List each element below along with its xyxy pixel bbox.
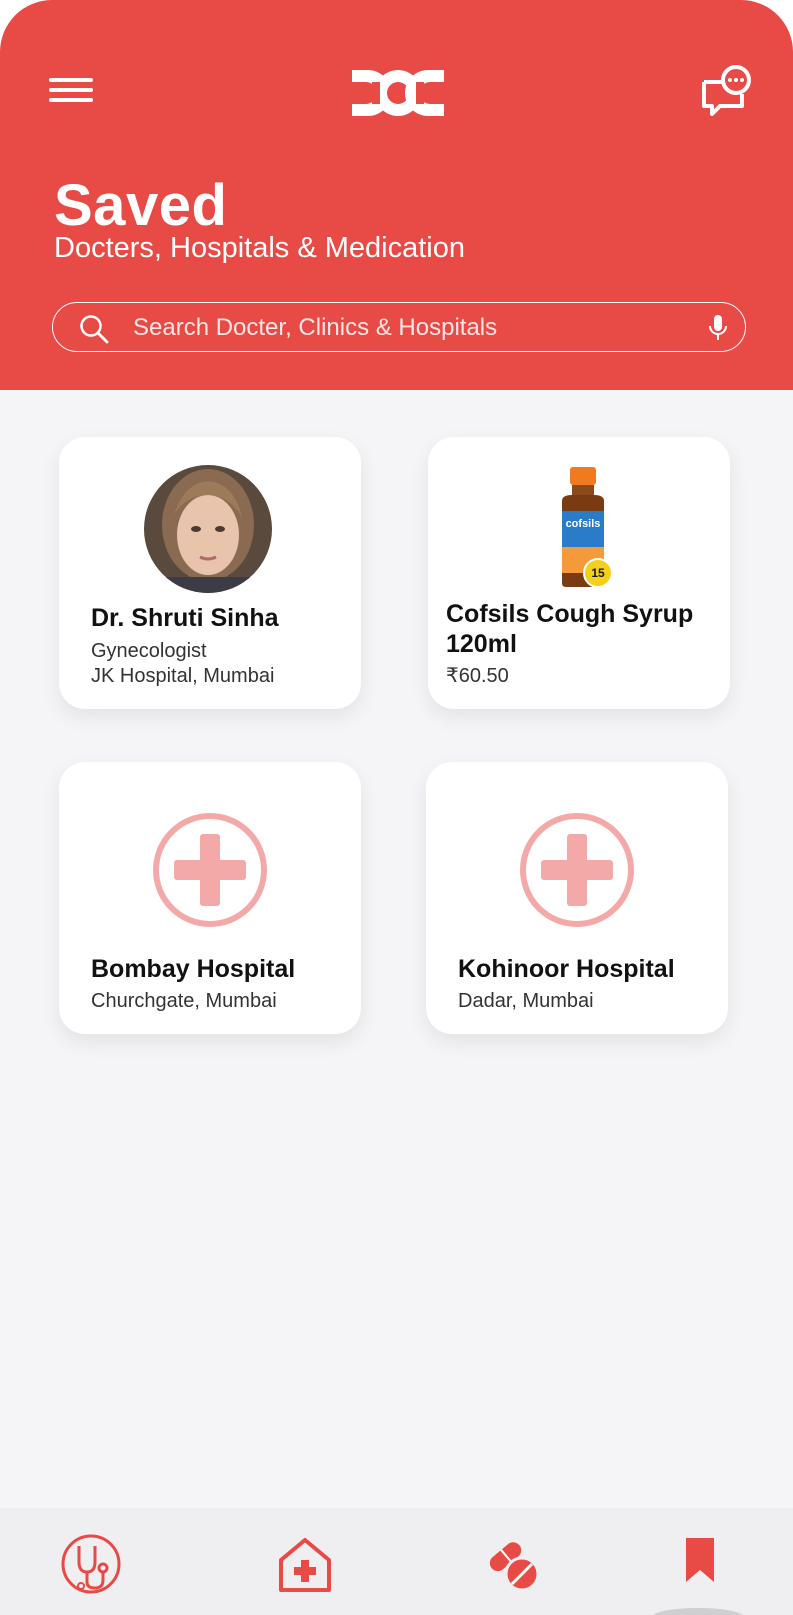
microphone-icon[interactable] xyxy=(707,314,729,342)
hospital-name: Bombay Hospital xyxy=(91,955,296,983)
saved-medication-card[interactable]: cofsils 15 Cofsils Cough Syrup 120ml ₹60… xyxy=(428,437,730,709)
doctor-avatar xyxy=(144,465,272,593)
chat-notification-icon[interactable] xyxy=(700,64,752,116)
svg-text:15: 15 xyxy=(591,566,605,580)
hospital-location: Churchgate, Mumbai xyxy=(91,990,277,1012)
hamburger-menu-icon[interactable] xyxy=(49,78,93,108)
hospital-location: Dadar, Mumbai xyxy=(458,990,594,1012)
bottom-nav xyxy=(0,1508,793,1615)
app-screen: Saved Docters, Hospitals & Medication Se… xyxy=(0,0,793,1615)
hospital-name: Kohinoor Hospital xyxy=(458,955,675,983)
hospital-house-icon[interactable] xyxy=(273,1532,337,1596)
doctor-specialty: Gynecologist xyxy=(91,640,207,662)
medication-price: ₹60.50 xyxy=(446,665,509,687)
saved-hospital-card[interactable]: Kohinoor Hospital Dadar, Mumbai xyxy=(426,762,728,1034)
search-icon xyxy=(80,315,109,344)
hospital-cross-icon xyxy=(520,813,634,927)
medication-name: Cofsils Cough Syrup 120ml xyxy=(446,600,694,658)
hospital-cross-icon xyxy=(153,813,267,927)
stethoscope-icon[interactable] xyxy=(59,1532,123,1596)
header: Saved Docters, Hospitals & Medication xyxy=(0,0,793,390)
saved-hospital-card[interactable]: Bombay Hospital Churchgate, Mumbai xyxy=(59,762,361,1034)
page-subtitle: Docters, Hospitals & Medication xyxy=(54,232,465,264)
page-title: Saved xyxy=(54,173,228,238)
search-input[interactable] xyxy=(131,307,695,349)
cough-syrup-bottle: cofsils 15 xyxy=(562,467,613,588)
doctor-location: JK Hospital, Mumbai xyxy=(91,665,275,687)
svg-text:cofsils: cofsils xyxy=(566,518,601,530)
bookmark-icon[interactable] xyxy=(668,1532,732,1596)
search-bar xyxy=(52,302,746,352)
saved-doctor-card[interactable]: Dr. Shruti Sinha Gynecologist JK Hospita… xyxy=(59,437,361,709)
doctor-name: Dr. Shruti Sinha xyxy=(91,604,279,632)
pills-icon[interactable] xyxy=(480,1532,544,1596)
doc-logo-icon xyxy=(352,70,444,116)
